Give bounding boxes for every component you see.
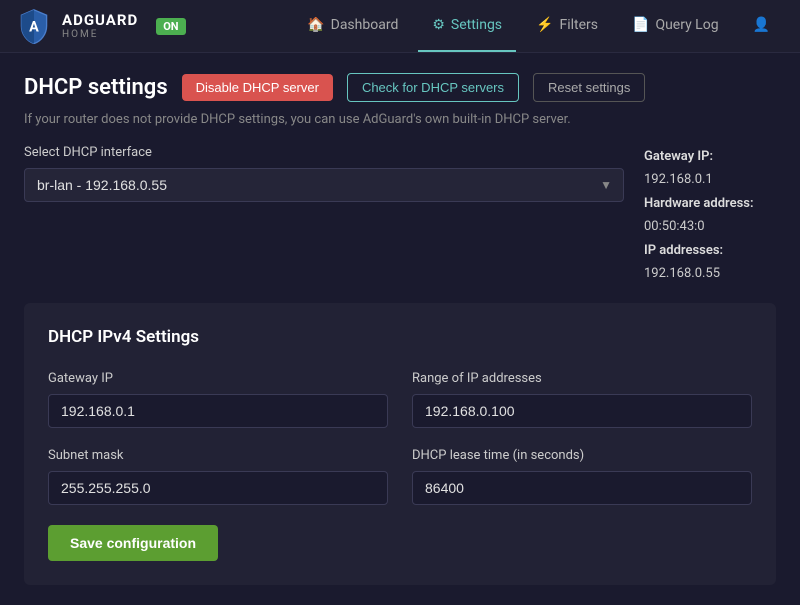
nav-item-dashboard[interactable]: 🏠 Dashboard (293, 0, 412, 52)
form-grid: Gateway IP Range of IP addresses Subnet … (48, 371, 752, 505)
ip-addresses-value: 192.168.0.55 (644, 266, 720, 281)
navbar: A ADGUARD HOME ON 🏠 Dashboard ⚙ Settings… (0, 0, 800, 53)
nav-label-querylog: Query Log (655, 17, 718, 33)
lease-time-group: DHCP lease time (in seconds) (412, 448, 752, 505)
reset-settings-button[interactable]: Reset settings (533, 73, 645, 102)
gateway-ip-value: 192.168.0.1 (644, 172, 713, 187)
range-ip-input[interactable] (412, 394, 752, 428)
check-dhcp-button[interactable]: Check for DHCP servers (347, 73, 519, 102)
brand-text: ADGUARD HOME (62, 12, 138, 40)
interface-section: Select DHCP interface br-lan - 192.168.0… (24, 145, 776, 285)
ip-addresses-row: IP addresses: 192.168.0.55 (644, 239, 776, 286)
main-content: DHCP settings Disable DHCP server Check … (0, 53, 800, 605)
range-ip-label: Range of IP addresses (412, 371, 752, 386)
nav-item-filters[interactable]: ⚡ Filters (522, 0, 612, 52)
interface-select[interactable]: br-lan - 192.168.0.55 (24, 168, 624, 202)
disable-dhcp-button[interactable]: Disable DHCP server (182, 74, 333, 101)
interface-selector-area: Select DHCP interface br-lan - 192.168.0… (24, 145, 624, 202)
status-badge: ON (156, 18, 185, 35)
lease-time-label: DHCP lease time (in seconds) (412, 448, 752, 463)
interface-label: Select DHCP interface (24, 145, 624, 160)
nav-label-dashboard: Dashboard (331, 17, 399, 33)
user-icon: 👤 (753, 17, 770, 33)
nav-links: 🏠 Dashboard ⚙ Settings ⚡ Filters 📄 Query… (293, 0, 784, 52)
hardware-address-row: Hardware address: 00:50:43:0 (644, 192, 776, 239)
brand: A ADGUARD HOME ON (16, 8, 186, 44)
subnet-label: Subnet mask (48, 448, 388, 463)
settings-icon: ⚙ (432, 17, 445, 33)
home-icon: 🏠 (307, 17, 324, 33)
page-title-row: DHCP settings Disable DHCP server Check … (24, 73, 776, 102)
gateway-ip-group: Gateway IP (48, 371, 388, 428)
gateway-ip-row: Gateway IP: 192.168.0.1 (644, 145, 776, 192)
interface-info: Gateway IP: 192.168.0.1 Hardware address… (644, 145, 776, 285)
nav-item-settings[interactable]: ⚙ Settings (418, 0, 516, 52)
querylog-icon: 📄 (632, 17, 649, 33)
nav-item-user[interactable]: 👤 (739, 0, 784, 52)
interface-select-wrapper: br-lan - 192.168.0.55 ▼ (24, 168, 624, 202)
brand-sub: HOME (62, 29, 138, 40)
subnet-group: Subnet mask (48, 448, 388, 505)
brand-name: ADGUARD (62, 12, 138, 29)
logo-icon: A (16, 8, 52, 44)
subnet-input[interactable] (48, 471, 388, 505)
card-title: DHCP IPv4 Settings (48, 327, 752, 347)
nav-item-querylog[interactable]: 📄 Query Log (618, 0, 733, 52)
info-block: Gateway IP: 192.168.0.1 Hardware address… (644, 145, 776, 285)
dhcp-ipv4-card: DHCP IPv4 Settings Gateway IP Range of I… (24, 303, 776, 585)
hardware-address-label: Hardware address: (644, 196, 754, 211)
range-ip-group: Range of IP addresses (412, 371, 752, 428)
gateway-ip-label: Gateway IP: (644, 149, 713, 164)
svg-text:A: A (29, 18, 39, 35)
nav-label-filters: Filters (559, 17, 598, 33)
hardware-address-value: 00:50:43:0 (644, 219, 705, 234)
gateway-ip-form-label: Gateway IP (48, 371, 388, 386)
filter-icon: ⚡ (536, 17, 553, 33)
lease-time-input[interactable] (412, 471, 752, 505)
save-configuration-button[interactable]: Save configuration (48, 525, 218, 561)
page-title: DHCP settings (24, 75, 168, 100)
nav-label-settings: Settings (451, 17, 502, 33)
gateway-ip-input[interactable] (48, 394, 388, 428)
ip-addresses-label: IP addresses: (644, 243, 723, 258)
subtitle: If your router does not provide DHCP set… (24, 112, 776, 127)
